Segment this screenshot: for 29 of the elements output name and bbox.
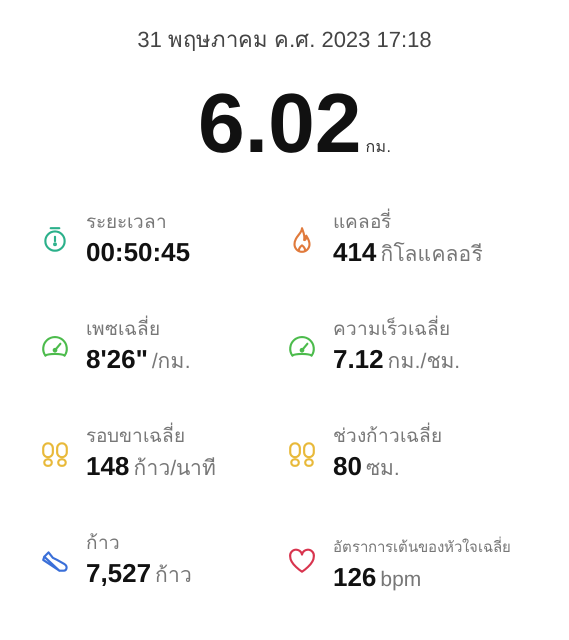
stat-value: 7,527 — [86, 558, 152, 589]
stat-label: ความเร็วเฉลี่ย — [333, 318, 450, 342]
stat-value: 148 — [86, 451, 130, 482]
stat-unit: bpm — [380, 568, 422, 592]
stat-value: 8'26" — [86, 344, 148, 375]
stat-unit: กม./ชม. — [388, 349, 460, 375]
heart-icon — [287, 546, 317, 576]
stat-label: ระยะเวลา — [86, 211, 167, 235]
distance-unit: กม. — [366, 138, 391, 158]
distance-value: 6.02 — [198, 75, 362, 172]
stat-label: ช่วงก้าวเฉลี่ย — [333, 425, 442, 449]
stat-label: แคลอรี่ — [333, 211, 391, 235]
stat-value: 7.12 — [333, 344, 384, 375]
stat-unit: ก้าว — [155, 563, 192, 589]
stat-label: เพซเฉลี่ย — [86, 318, 160, 342]
stat-unit: กิโลแคลอรี — [380, 241, 482, 268]
stat-value: 80 — [333, 451, 362, 482]
stat-label: รอบขาเฉลี่ย — [86, 425, 185, 449]
stat-value: 126 — [333, 562, 376, 593]
footprints-icon — [287, 439, 317, 469]
stat-unit: /กม. — [152, 349, 191, 375]
footprints-icon — [40, 439, 70, 469]
workout-date: 31 พฤษภาคม ค.ศ. 2023 17:18 — [136, 26, 433, 54]
stat-value: 00:50:45 — [86, 237, 190, 268]
stat-unit: ก้าว/นาที — [133, 456, 216, 482]
stat-label: อัตราการเต้นของหัวใจเฉลี่ย — [333, 536, 511, 560]
stat-value: 414 — [333, 237, 376, 268]
stat-label: ก้าว — [86, 532, 120, 556]
stat-unit: ซม. — [366, 456, 400, 482]
